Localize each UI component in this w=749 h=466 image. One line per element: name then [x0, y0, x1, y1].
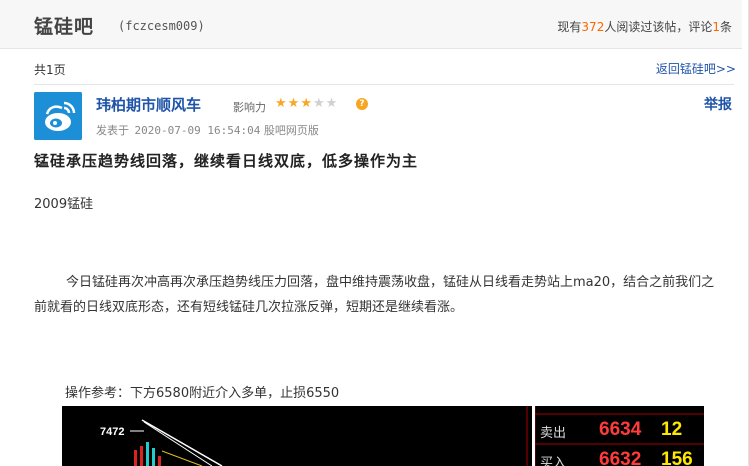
- post-paragraph: 2009锰硅: [34, 197, 94, 212]
- quote-price: 6632: [599, 449, 642, 466]
- page: 锰硅吧 (fczcesm009) 现有372人阅读过该帖，评论1条 共1页 返回…: [0, 0, 749, 466]
- star-icon: ★: [300, 96, 313, 111]
- post-paragraph: 今日锰硅再次冲高再次承压趋势线压力回落，盘中维持震荡收盘，锰硅从日线看走势站上m…: [34, 275, 715, 315]
- post-time: 2020-07-09 16:54:04: [134, 124, 261, 137]
- star-icon: ★: [287, 96, 301, 111]
- star-icon: ★: [275, 96, 288, 111]
- stats-middle: 人阅读过该帖，评论: [604, 20, 713, 34]
- quote-volume: 12: [661, 419, 683, 440]
- comment-count: 1: [712, 20, 720, 34]
- post-source: 股吧网页版: [263, 124, 319, 137]
- post-title: 锰硅承压趋势线回落，继续看日线双底，低多操作为主: [34, 152, 419, 170]
- back-to-bar-link[interactable]: 返回锰硅吧>>: [656, 60, 736, 77]
- read-count: 372: [581, 20, 605, 34]
- quote-label: 卖出: [540, 426, 567, 441]
- stats-prefix: 现有: [557, 20, 582, 34]
- bar-id: (fczcesm009): [118, 19, 205, 33]
- divider: [34, 84, 734, 85]
- quote-panel: 卖出 6634 12 买入 6632 156: [535, 406, 704, 466]
- quote-volume: 156: [661, 449, 693, 466]
- meta-prefix: 发表于: [96, 124, 129, 137]
- page-count: 共1页: [34, 63, 66, 77]
- stats-suffix: 条: [719, 20, 732, 34]
- quote-price: 6634: [599, 419, 642, 440]
- quote-row-buy: 买入 6632 156: [535, 448, 704, 466]
- influence-label: 影响力: [233, 101, 266, 114]
- post-meta: 发表于 2020-07-09 16:54:04 股吧网页版: [96, 122, 319, 138]
- post-paragraph: 操作参考：下方6580附近介入多单，止损6550: [65, 386, 340, 401]
- star-empty-icon: ★: [325, 96, 339, 111]
- kline-chart-image: 7472: [62, 406, 532, 466]
- weibo-avatar-icon[interactable]: [34, 92, 82, 140]
- author-name[interactable]: 玮柏期市顺风车: [96, 94, 201, 115]
- quote-label: 买入: [540, 456, 567, 466]
- thread-stats: 现有372人阅读过该帖，评论1条: [557, 18, 732, 35]
- star-empty-icon: ★: [312, 96, 326, 111]
- bar-name[interactable]: 锰硅吧: [34, 12, 94, 39]
- price-label: 7472: [100, 426, 124, 438]
- report-button[interactable]: 举报: [704, 94, 732, 114]
- bar-header: 锰硅吧 (fczcesm009) 现有372人阅读过该帖，评论1条: [0, 0, 742, 49]
- quote-row-sell: 卖出 6634 12: [535, 418, 704, 444]
- help-icon[interactable]: ?: [356, 98, 368, 110]
- influence-stars: ★★★★★: [275, 96, 338, 111]
